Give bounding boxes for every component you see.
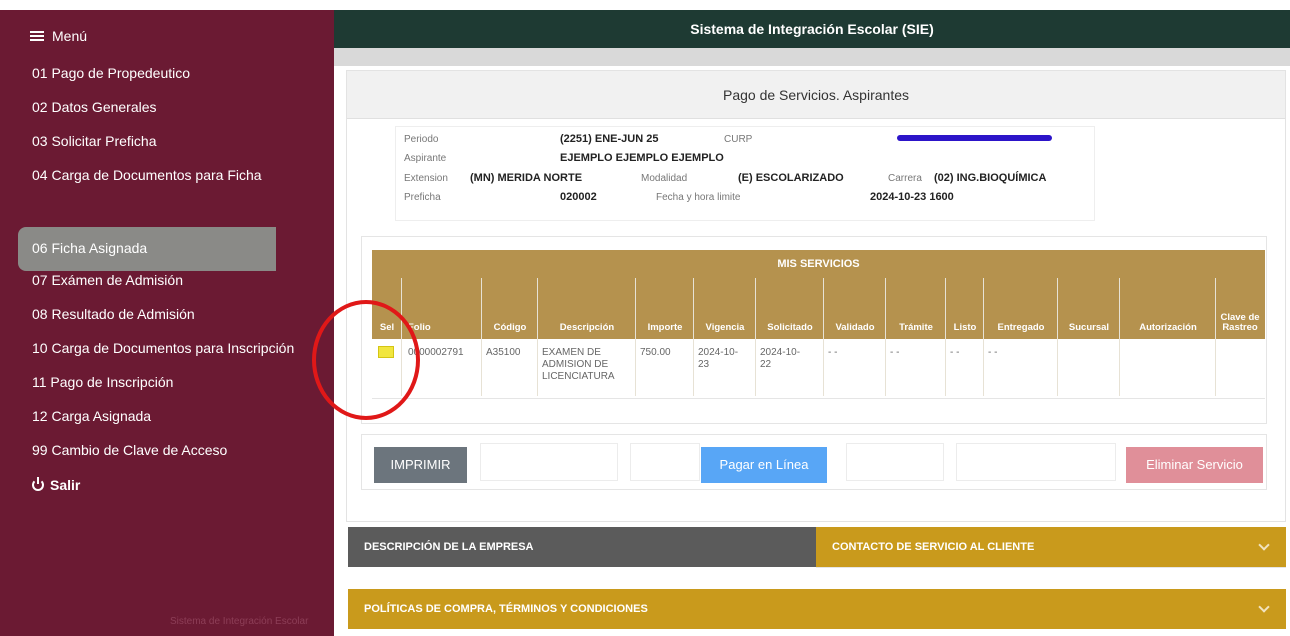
fecha-limite-value: 2024-10-23 1600 [870, 191, 954, 203]
col-descripcion: Descripción [559, 322, 615, 333]
accordion-customer-contact[interactable]: CONTACTO DE SERVICIO AL CLIENTE [816, 527, 1286, 567]
app-title: Sistema de Integración Escolar (SIE) [690, 21, 934, 37]
curp-redacted [897, 135, 1052, 141]
cell-validado: - - [828, 347, 838, 358]
sidebar-item-examen-admision[interactable]: 07 Exámen de Admisión [32, 272, 183, 288]
extension-value: (MN) MERIDA NORTE [470, 172, 583, 184]
aspirante-value: EJEMPLO EJEMPLO EJEMPLO [560, 152, 724, 164]
periodo-value: (2251) ENE-JUN 25 [560, 133, 659, 145]
page-title: Pago de Servicios. Aspirantes [347, 71, 1285, 119]
services-columns: Sel Folio Código Descripción Importe Vig… [372, 278, 1265, 396]
divider [816, 567, 1286, 568]
pay-online-button[interactable]: Pagar en Línea [701, 447, 827, 483]
sidebar-item-pago-propedeutico[interactable]: 01 Pago de Propedeutico [32, 65, 190, 81]
print-button[interactable]: IMPRIMIR [374, 447, 467, 483]
fecha-limite-label: Fecha y hora limite [656, 192, 741, 203]
sidebar-item-resultado-admision[interactable]: 08 Resultado de Admisión [32, 306, 195, 322]
accordion-label: DESCRIPCIÓN DE LA EMPRESA [364, 541, 534, 553]
cell-listo: - - [950, 347, 960, 358]
col-validado: Validado [835, 322, 875, 333]
sidebar: Menú 01 Pago de Propedeutico 02 Datos Ge… [0, 10, 334, 636]
hamburger-icon [30, 30, 44, 42]
logout-label: Salir [50, 477, 81, 493]
modalidad-label: Modalidad [641, 173, 688, 184]
sidebar-item-ficha-asignada[interactable]: 06 Ficha Asignada [18, 227, 276, 271]
accordion-company-description[interactable]: DESCRIPCIÓN DE LA EMPRESA [348, 527, 816, 567]
col-importe: Importe [647, 322, 683, 333]
sidebar-item-carga-documentos-ficha[interactable]: 04 Carga de Documentos para Ficha [32, 167, 262, 183]
col-folio: Folio [408, 322, 431, 333]
sidebar-item-carga-documentos-inscripcion[interactable]: 10 Carga de Documentos para Inscripción [32, 340, 294, 356]
col-sucursal: Sucursal [1068, 322, 1110, 333]
curp-label: CURP [724, 134, 753, 145]
aspirante-label: Aspirante [404, 153, 447, 164]
sidebar-item-carga-asignada[interactable]: 12 Carga Asignada [32, 408, 151, 424]
power-icon [32, 477, 44, 491]
menu-toggle[interactable]: Menú [30, 28, 87, 44]
logout-link[interactable]: Salir [32, 477, 80, 493]
cell-codigo: A35100 [486, 347, 521, 358]
table-row: 0000002791 A35100 EXAMEN DE ADMISION DE … [372, 339, 1265, 399]
chevron-down-icon [1258, 539, 1270, 551]
periodo-label: Periodo [404, 134, 439, 145]
services-table: MIS SERVICIOS Sel Folio Código Descripci… [361, 236, 1267, 424]
sidebar-item-label: 06 Ficha Asignada [32, 240, 148, 256]
sidebar-footer: Sistema de Integración Escolar [170, 616, 309, 627]
sidebar-item-solicitar-preficha[interactable]: 03 Solicitar Preficha [32, 133, 157, 149]
sidebar-item-pago-inscripcion[interactable]: 11 Pago de Inscripción [32, 374, 173, 390]
carrera-label: Carrera [888, 173, 922, 184]
col-vigencia: Vigencia [705, 322, 745, 333]
menu-label: Menú [52, 28, 88, 44]
cell-importe: 750.00 [640, 347, 671, 358]
cell-descripcion: EXAMEN DE ADMISION DE LICENCIATURA [542, 347, 615, 382]
extension-label: Extension [404, 173, 448, 184]
col-autorizacion: Autorización [1139, 322, 1197, 333]
col-tramite: Trámite [899, 322, 933, 333]
col-clave-rastreo: Clave de Rastreo [1220, 312, 1260, 333]
accordion-label: POLÍTICAS DE COMPRA, TÉRMINOS Y CONDICIO… [364, 603, 648, 615]
col-entregado: Entregado [997, 322, 1045, 333]
chevron-down-icon [1258, 601, 1270, 613]
services-title: MIS SERVICIOS [372, 250, 1265, 278]
carrera-value: (02) ING.BIOQUÍMICA [934, 172, 1047, 184]
app-title-bar: Sistema de Integración Escolar (SIE) [334, 10, 1290, 48]
preficha-value: 020002 [560, 191, 597, 203]
col-solicitado: Solicitado [767, 322, 813, 333]
sidebar-item-cambio-clave[interactable]: 99 Cambio de Clave de Acceso [32, 442, 227, 458]
accordion-purchase-policies[interactable]: POLÍTICAS DE COMPRA, TÉRMINOS Y CONDICIO… [348, 589, 1286, 629]
accordion-label: CONTACTO DE SERVICIO AL CLIENTE [832, 541, 1035, 553]
preficha-label: Preficha [404, 192, 441, 203]
cell-solicitado: 2024-10-22 [760, 347, 801, 370]
sidebar-item-datos-generales[interactable]: 02 Datos Generales [32, 99, 157, 115]
col-listo: Listo [953, 322, 977, 333]
annotation-circle [312, 300, 420, 420]
cell-entregado: - - [988, 347, 998, 358]
cell-vigencia: 2024-10-23 [698, 347, 739, 370]
col-codigo: Código [493, 322, 527, 333]
delete-service-button[interactable]: Eliminar Servicio [1126, 447, 1263, 483]
modalidad-value: (E) ESCOLARIZADO [738, 172, 844, 184]
header-strip [334, 48, 1290, 66]
cell-tramite: - - [890, 347, 900, 358]
